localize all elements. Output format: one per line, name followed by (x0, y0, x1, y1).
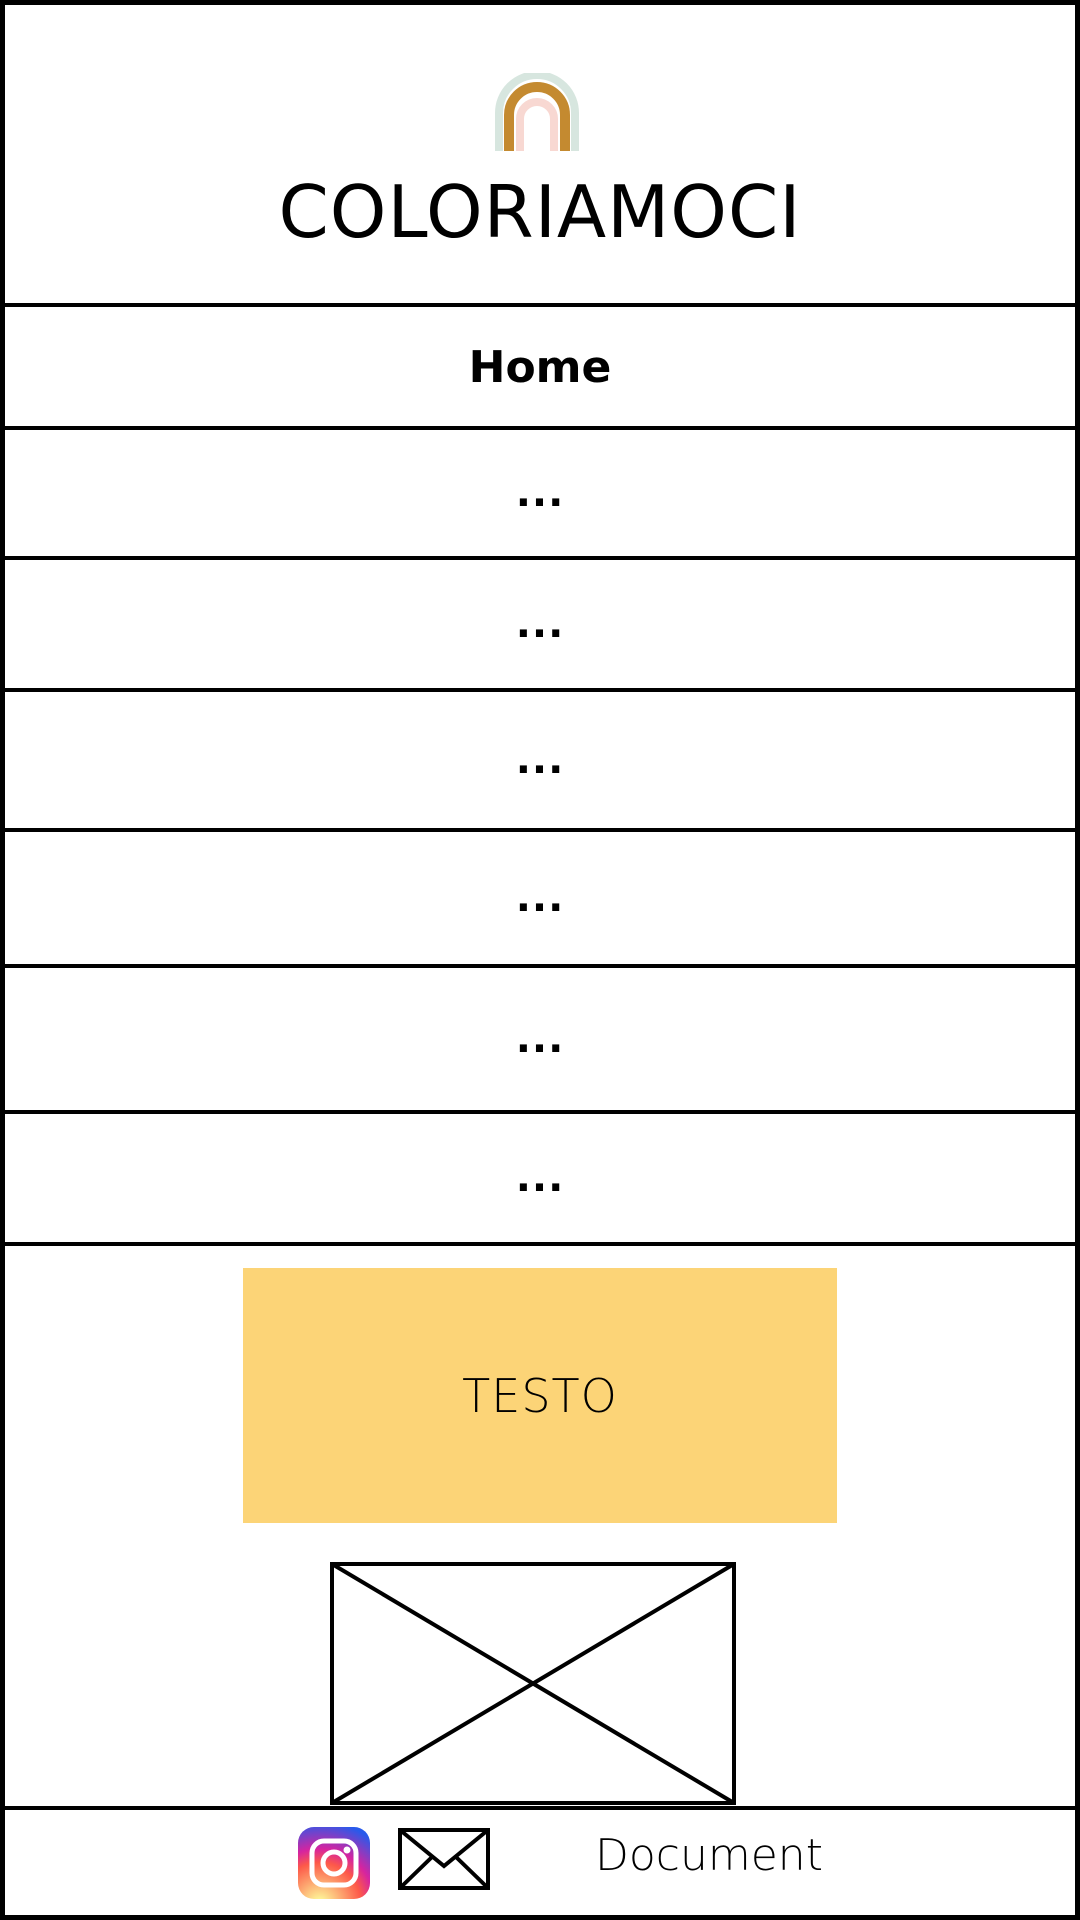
instagram-icon[interactable] (298, 1827, 370, 1899)
nav-item-label: ... (515, 1016, 565, 1062)
nav-item-label: ... (515, 601, 565, 647)
divider (5, 1242, 1080, 1246)
page-frame: COLORIAMOCI Home ... ... ... ... ... ...… (0, 0, 1080, 1920)
header: COLORIAMOCI (5, 5, 1075, 303)
text-block: TESTO (243, 1268, 837, 1523)
footer: Document (5, 1810, 1075, 1915)
nav-item-home[interactable]: Home (5, 307, 1075, 427)
nav-item-label: ... (515, 470, 565, 516)
nav-item-5[interactable]: ... (5, 832, 1075, 964)
brand-title: COLORIAMOCI (278, 170, 802, 254)
document-link[interactable]: Document (595, 1830, 823, 1881)
nav-item-label: ... (515, 875, 565, 921)
nav-item-3[interactable]: ... (5, 560, 1075, 688)
nav-item-label: Home (468, 341, 612, 393)
nav-item-2[interactable]: ... (5, 430, 1075, 556)
rainbow-logo-icon (495, 73, 579, 151)
text-block-label: TESTO (462, 1368, 618, 1423)
nav-item-label: ... (515, 1155, 565, 1201)
nav-item-label: ... (515, 737, 565, 783)
nav-item-4[interactable]: ... (5, 692, 1075, 828)
mail-icon[interactable] (398, 1828, 490, 1890)
nav-item-7[interactable]: ... (5, 1114, 1075, 1242)
nav-item-6[interactable]: ... (5, 968, 1075, 1110)
image-placeholder-icon (330, 1562, 736, 1805)
